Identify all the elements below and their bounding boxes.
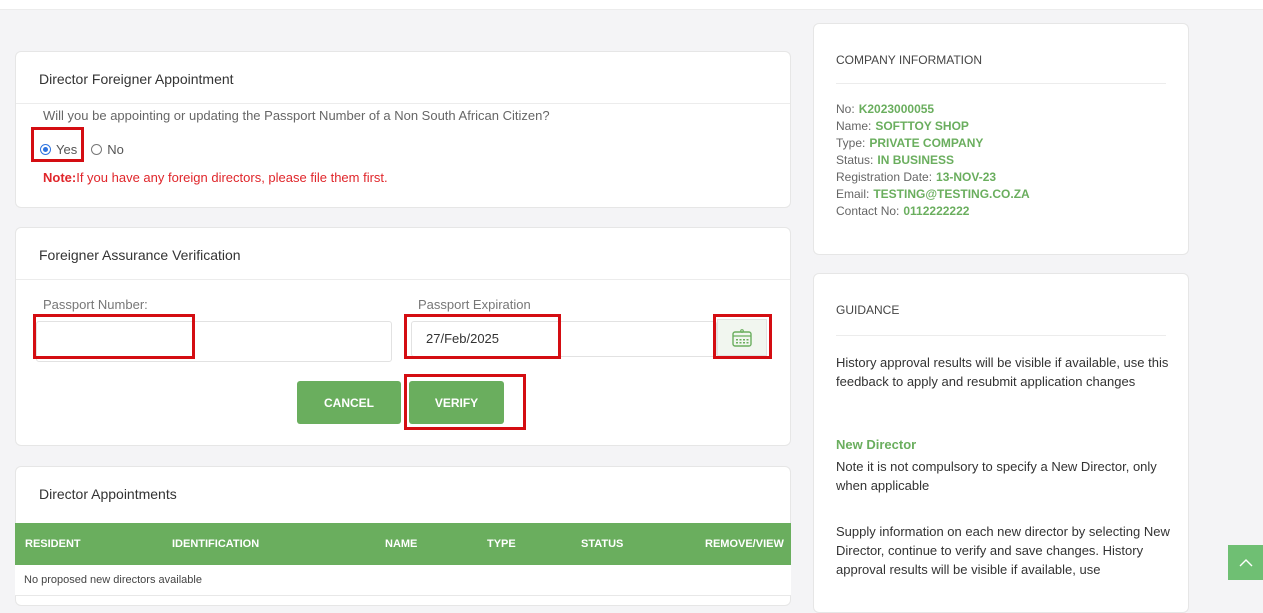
divider (836, 83, 1166, 84)
note-text: If you have any foreign directors, pleas… (76, 170, 388, 185)
passport-number-input[interactable] (36, 321, 392, 362)
company-row-status: Status: IN BUSINESS (836, 153, 955, 167)
director-foreigner-title: Director Foreigner Appointment (39, 71, 234, 87)
col-identification: IDENTIFICATION (172, 538, 260, 550)
guidance-subheading: New Director (836, 437, 917, 452)
col-remove-view: REMOVE/VIEW (705, 538, 784, 550)
company-row-no: No: K2023000055 (836, 102, 935, 116)
calendar-button[interactable] (717, 319, 767, 356)
guidance-paragraph-3: Supply information on each new director … (836, 524, 1170, 577)
foreign-director-note: Note:If you have any foreign directors, … (43, 170, 388, 185)
passport-number-label: Passport Number: (43, 297, 148, 312)
company-info-card: COMPANY INFORMATION No: K2023000055 Name:… (813, 23, 1189, 255)
appointments-table-header: RESIDENT IDENTIFICATION NAME TYPE STATUS… (15, 523, 791, 565)
company-row-contact: Contact No: 0112222222 (836, 204, 970, 218)
col-status: STATUS (581, 538, 624, 550)
guidance-card: GUIDANCE History approval results will b… (813, 273, 1189, 613)
guidance-paragraph-2: Note it is not compulsory to specify a N… (836, 459, 1157, 493)
guidance-paragraph-1: History approval results will be visible… (836, 355, 1169, 389)
scroll-top-button[interactable] (1228, 545, 1263, 580)
radio-yes[interactable] (40, 144, 51, 155)
foreigner-question: Will you be appointing or updating the P… (43, 108, 550, 123)
top-bar (0, 0, 1263, 10)
calendar-icon (732, 328, 752, 347)
chevron-up-icon (1239, 558, 1252, 566)
radio-yes-label[interactable]: Yes (56, 142, 77, 157)
company-row-email: Email: TESTING@TESTING.CO.ZA (836, 187, 1030, 201)
company-row-registration-date: Registration Date: 13-NOV-23 (836, 170, 997, 184)
table-row: No proposed new directors available (15, 565, 791, 596)
empty-message: No proposed new directors available (24, 574, 202, 586)
col-resident: RESIDENT (25, 538, 81, 550)
appointments-title: Director Appointments (39, 486, 177, 502)
verify-button[interactable]: VERIFY (409, 381, 504, 424)
divider (16, 103, 790, 104)
company-row-type: Type: PRIVATE COMPANY (836, 136, 984, 150)
radio-group: Yes No (40, 142, 124, 157)
col-type: TYPE (487, 538, 516, 550)
note-label: Note: (43, 170, 77, 185)
radio-no-label[interactable]: No (107, 142, 124, 157)
company-info-title: COMPANY INFORMATION (836, 53, 983, 67)
guidance-title: GUIDANCE (836, 303, 900, 317)
passport-expiration-input[interactable]: 27/Feb/2025 (411, 321, 717, 357)
assurance-title: Foreigner Assurance Verification (39, 247, 241, 263)
company-row-name: Name: SOFTTOY SHOP (836, 119, 969, 133)
passport-expiration-label: Passport Expiration (418, 297, 531, 312)
divider (16, 279, 790, 280)
divider (836, 335, 1166, 336)
cancel-button[interactable]: CANCEL (297, 381, 401, 424)
radio-no[interactable] (91, 144, 103, 155)
director-foreigner-card: Director Foreigner Appointment Will you … (15, 51, 791, 208)
col-name: NAME (385, 538, 418, 550)
